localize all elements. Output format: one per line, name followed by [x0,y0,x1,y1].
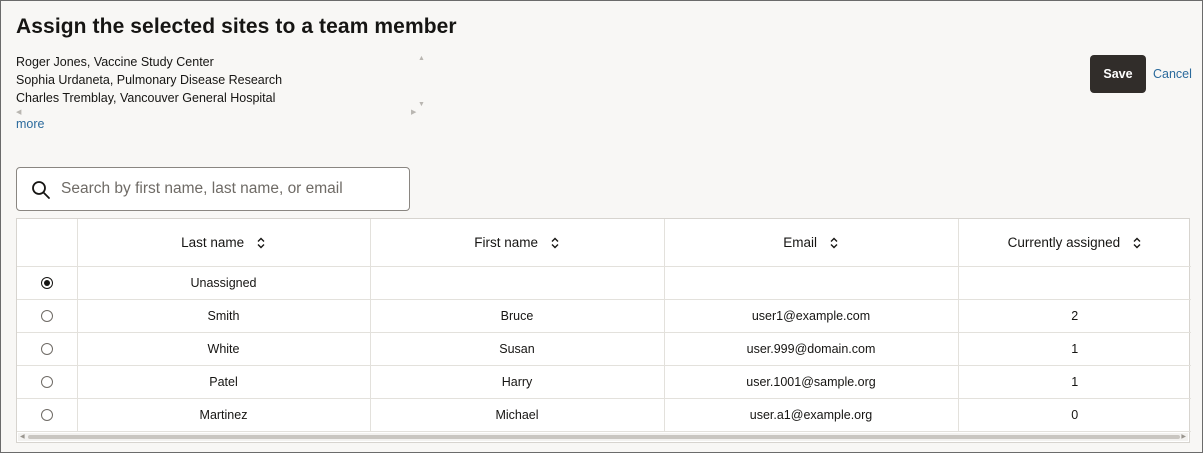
save-button[interactable]: Save [1090,55,1146,93]
column-header-label: Last name [181,234,245,250]
site-item: Roger Jones, Vaccine Study Center [16,55,214,69]
scroll-left-icon[interactable]: ◀ [16,109,21,116]
row-select-cell[interactable] [17,332,78,366]
more-link[interactable]: more [16,117,44,131]
sort-icon[interactable] [550,237,560,249]
scroll-right-icon[interactable]: ▶ [411,109,416,116]
column-header-last-name[interactable]: Last name [77,219,371,267]
site-item: Sophia Urdaneta, Pulmonary Disease Resea… [16,73,283,87]
email-cell: user.999@domain.com [664,332,959,366]
scrollbar-thumb[interactable] [28,435,1180,439]
assigned-count-cell: 0 [958,398,1191,432]
scroll-left-icon[interactable]: ◀ [20,433,25,441]
row-radio[interactable] [40,310,53,323]
table-row[interactable]: Patel Harry user.1001@sample.org 1 [17,365,1191,399]
column-header-label: First name [474,234,538,250]
scroll-up-icon[interactable]: ▲ [418,55,425,62]
assigned-count-cell: 1 [958,332,1191,366]
column-header-email[interactable]: Email [664,219,959,267]
row-radio[interactable] [40,277,53,290]
table-row[interactable]: White Susan user.999@domain.com 1 [17,332,1191,366]
cancel-link[interactable]: Cancel [1153,67,1192,81]
select-column-header [17,219,78,267]
last-name-cell: White [77,332,371,366]
row-select-cell[interactable] [17,365,78,399]
row-select-cell[interactable] [17,398,78,432]
assigned-count-cell: 1 [958,365,1191,399]
first-name-cell: Bruce [370,299,665,333]
horizontal-scrollbar[interactable]: ◀ ▶ [18,433,1188,441]
first-name-cell: Susan [370,332,665,366]
table-row[interactable]: Unassigned [17,266,1191,300]
column-header-label: Email [783,234,817,250]
column-header-label: Currently assigned [1007,234,1121,250]
last-name-cell: Unassigned [77,266,371,300]
scroll-down-icon[interactable]: ▼ [418,101,425,108]
site-item: Charles Tremblay, Vancouver General Hosp… [16,91,276,105]
email-cell: user.a1@example.org [664,398,959,432]
assigned-count-cell [958,266,1191,300]
scroll-right-icon[interactable]: ▶ [1181,433,1186,441]
sort-icon[interactable] [1132,237,1142,249]
sort-icon[interactable] [256,237,266,249]
row-radio[interactable] [40,376,53,389]
search-icon [32,181,50,199]
first-name-cell: Michael [370,398,665,432]
column-header-first-name[interactable]: First name [370,219,665,267]
last-name-cell: Patel [77,365,371,399]
search-input[interactable] [61,170,401,208]
email-cell: user1@example.com [664,299,959,333]
last-name-cell: Smith [77,299,371,333]
assigned-count-cell: 2 [958,299,1191,333]
last-name-cell: Martinez [77,398,371,432]
row-select-cell[interactable] [17,299,78,333]
table-row[interactable]: Martinez Michael user.a1@example.org 0 [17,398,1191,432]
table-header-row: Last name First name Email Currently ass… [17,219,1191,267]
search-field[interactable] [16,167,410,211]
email-cell: user.1001@sample.org [664,365,959,399]
team-member-table: Last name First name Email Currently ass… [16,218,1191,443]
table-row[interactable]: Smith Bruce user1@example.com 2 [17,299,1191,333]
row-radio[interactable] [40,409,53,422]
row-radio[interactable] [40,343,53,356]
column-header-currently-assigned[interactable]: Currently assigned [958,219,1191,267]
sort-icon[interactable] [829,237,839,249]
row-select-cell[interactable] [17,266,78,300]
first-name-cell [370,266,665,300]
page-title: Assign the selected sites to a team memb… [16,15,457,38]
email-cell [664,266,959,300]
selected-sites-list[interactable]: Roger Jones, Vaccine Study Center Sophia… [16,53,426,117]
first-name-cell: Harry [370,365,665,399]
dialog: Assign the selected sites to a team memb… [0,0,1203,453]
